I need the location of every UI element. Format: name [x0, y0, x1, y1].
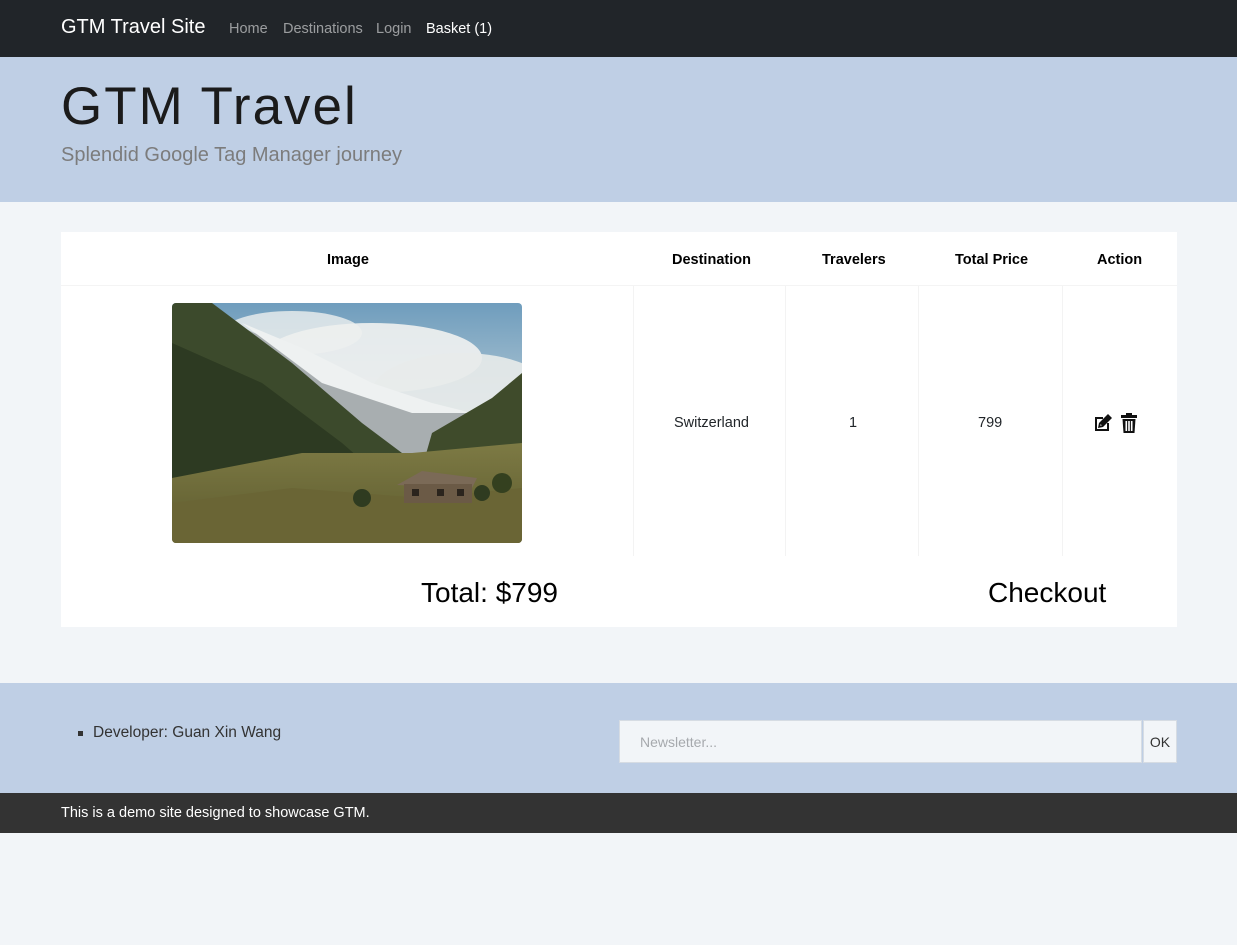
column-divider — [785, 286, 786, 556]
column-header-travelers: Travelers — [822, 252, 886, 268]
basket-total: Total: $799 — [421, 577, 558, 608]
column-divider — [918, 286, 919, 556]
demo-site-note: This is a demo site designed to showcase… — [61, 805, 370, 821]
edit-icon[interactable] — [1092, 412, 1114, 434]
trash-icon[interactable] — [1118, 412, 1140, 434]
column-divider — [1062, 286, 1063, 556]
hero-title: GTM Travel — [61, 77, 358, 136]
destination-photo — [172, 303, 522, 543]
column-divider — [633, 286, 634, 556]
basket-card: Image Destination Travelers Total Price … — [61, 232, 1177, 627]
footer-list: Developer: Guan Xin Wang — [78, 724, 281, 742]
column-header-destination: Destination — [672, 252, 751, 268]
list-item: Developer: Guan Xin Wang — [78, 724, 281, 742]
newsletter-input[interactable] — [619, 720, 1142, 763]
cell-travelers: 1 — [849, 415, 858, 431]
column-header-image: Image — [327, 252, 369, 268]
mountain-valley-cabin-photo — [172, 303, 522, 543]
nav-link-destinations[interactable]: Destinations — [283, 21, 363, 37]
cell-total-price: 799 — [978, 415, 1003, 431]
top-navbar: GTM Travel Site Home Destinations Login … — [0, 0, 1237, 57]
checkout-button[interactable]: Checkout — [988, 577, 1106, 609]
brand-link[interactable]: GTM Travel Site — [61, 16, 205, 39]
hero-subtitle: Splendid Google Tag Manager journey — [61, 144, 402, 166]
nav-link-home[interactable]: Home — [229, 21, 268, 37]
table-header-divider — [61, 285, 1177, 286]
nav-link-login[interactable]: Login — [376, 21, 411, 37]
column-header-action: Action — [1097, 252, 1143, 268]
developer-credit: Developer: Guan Xin Wang — [93, 724, 282, 741]
hero-banner: GTM Travel Splendid Google Tag Manager j… — [0, 57, 1237, 202]
newsletter-ok-button[interactable]: OK — [1143, 720, 1177, 763]
bullet-icon — [78, 731, 83, 736]
bottom-bar: This is a demo site designed to showcase… — [0, 793, 1237, 833]
column-header-total-price: Total Price — [955, 252, 1029, 268]
cell-destination: Switzerland — [674, 415, 749, 431]
footer: Developer: Guan Xin Wang OK — [0, 683, 1237, 793]
nav-link-basket[interactable]: Basket (1) — [426, 21, 492, 37]
